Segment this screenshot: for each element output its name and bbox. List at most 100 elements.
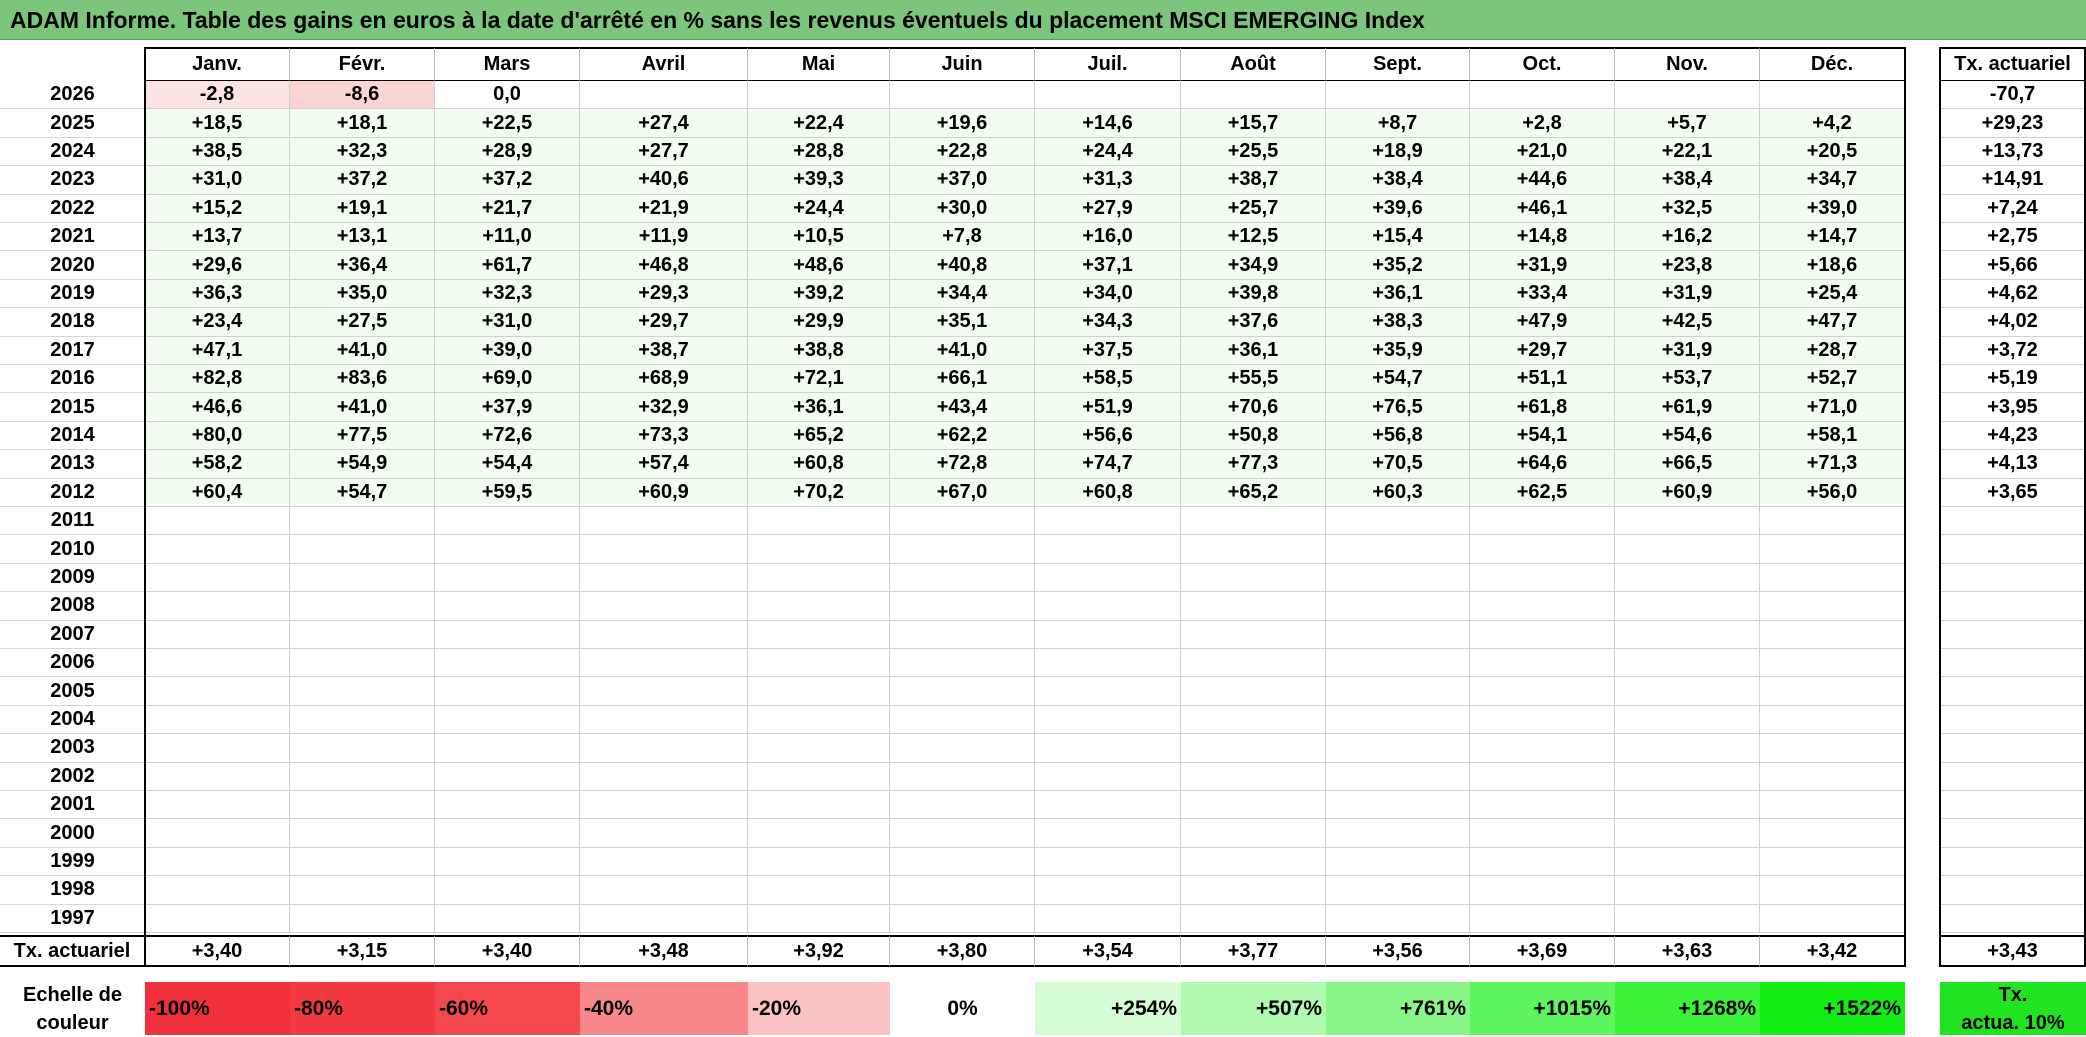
table-cell bbox=[1615, 620, 1760, 649]
table-cell bbox=[1035, 592, 1181, 621]
color-scale-swatch: -80% bbox=[290, 982, 435, 1035]
table-cell bbox=[890, 876, 1035, 905]
table-cell: +46,1 bbox=[1470, 194, 1615, 223]
rate-cell: -70,7 bbox=[1940, 81, 2086, 110]
table-cell: +36,1 bbox=[1326, 279, 1470, 309]
year-label: 2026 bbox=[0, 81, 145, 110]
month-header: Nov. bbox=[1615, 47, 1760, 81]
table-right-border bbox=[1904, 47, 1906, 967]
rate-cell bbox=[1940, 649, 2086, 678]
table-cell: +39,0 bbox=[1760, 194, 1905, 223]
legend-label-line1: Echelle de bbox=[23, 983, 122, 1006]
month-header: Janv. bbox=[145, 47, 290, 81]
year-label: 2010 bbox=[0, 535, 145, 564]
table-cell: +61,8 bbox=[1470, 393, 1615, 422]
table-cell: +37,9 bbox=[435, 393, 580, 422]
year-label: 2015 bbox=[0, 393, 145, 422]
rate-cell bbox=[1940, 535, 2086, 564]
table-cell: +22,8 bbox=[890, 137, 1035, 167]
table-cell bbox=[290, 563, 435, 593]
table-cell bbox=[1615, 876, 1760, 905]
rate-cell bbox=[1940, 762, 2086, 791]
table-cell: +19,1 bbox=[290, 194, 435, 223]
table-cell: +37,6 bbox=[1181, 308, 1326, 337]
table-cell bbox=[1470, 535, 1615, 564]
color-scale-swatch: 0% bbox=[890, 982, 1035, 1035]
table-cell bbox=[1326, 762, 1470, 791]
table-cell bbox=[1326, 507, 1470, 536]
table-cell: +59,5 bbox=[435, 478, 580, 507]
rate-cell bbox=[1940, 620, 2086, 649]
table-cell: +13,1 bbox=[290, 223, 435, 252]
year-label: 2006 bbox=[0, 649, 145, 678]
table-cell: +57,4 bbox=[580, 450, 748, 479]
table-cell: +46,6 bbox=[145, 393, 290, 422]
table-cell: +31,0 bbox=[435, 308, 580, 337]
table-cell: +37,2 bbox=[435, 166, 580, 195]
table-cell: +52,7 bbox=[1760, 365, 1905, 394]
table-cell: +14,7 bbox=[1760, 223, 1905, 252]
table-cell bbox=[1181, 563, 1326, 593]
year-label: 2019 bbox=[0, 280, 145, 309]
table-cell: +72,1 bbox=[748, 365, 890, 394]
table-cell: +73,3 bbox=[580, 421, 748, 451]
table-cell bbox=[1615, 791, 1760, 820]
table-cell bbox=[1470, 762, 1615, 791]
table-cell bbox=[1035, 507, 1181, 536]
table-cell: +43,4 bbox=[890, 393, 1035, 422]
year-label: 2017 bbox=[0, 337, 145, 365]
table-cell bbox=[1326, 876, 1470, 905]
table-cell: +14,6 bbox=[1035, 109, 1181, 138]
table-cell bbox=[1470, 791, 1615, 820]
table-cell: +7,8 bbox=[890, 223, 1035, 252]
table-cell: +36,3 bbox=[145, 279, 290, 309]
table-cell: +16,0 bbox=[1035, 223, 1181, 252]
table-cell bbox=[1470, 904, 1615, 933]
table-cell bbox=[290, 876, 435, 905]
month-header: Oct. bbox=[1470, 47, 1615, 81]
table-cell bbox=[145, 507, 290, 536]
rate-cell bbox=[1940, 677, 2086, 706]
table-cell bbox=[1326, 535, 1470, 564]
table-cell: +16,2 bbox=[1615, 223, 1760, 252]
table-cell: +39,3 bbox=[748, 166, 890, 195]
table-cell bbox=[748, 705, 890, 735]
table-cell bbox=[1760, 819, 1905, 848]
gains-table: Janv. Févr. Mars Avril Mai Juin Juil. Août Sept.… bbox=[0, 0, 2086, 1037]
rate-cell bbox=[1940, 734, 2086, 763]
table-cell: +38,4 bbox=[1326, 166, 1470, 195]
table-cell: +32,9 bbox=[580, 393, 748, 422]
table-cell: +40,8 bbox=[890, 251, 1035, 280]
table-cell bbox=[1181, 847, 1326, 877]
table-cell bbox=[748, 904, 890, 933]
table-cell: +27,7 bbox=[580, 137, 748, 167]
color-scale-swatch: +1015% bbox=[1470, 982, 1615, 1035]
year-label: 2024 bbox=[0, 138, 145, 167]
month-header: Mars bbox=[435, 47, 580, 81]
table-cell bbox=[580, 791, 748, 820]
month-header: Déc. bbox=[1760, 47, 1905, 81]
table-cell bbox=[1615, 819, 1760, 848]
table-cell: +48,6 bbox=[748, 251, 890, 280]
table-cell bbox=[1181, 734, 1326, 763]
table-cell bbox=[1181, 677, 1326, 706]
table-cell: +61,9 bbox=[1615, 393, 1760, 422]
table-cell: +72,8 bbox=[890, 450, 1035, 479]
summary-cell: +3,48 bbox=[580, 935, 748, 967]
table-cell bbox=[1615, 592, 1760, 621]
summary-rate: +3,43 bbox=[1940, 935, 2086, 967]
rate-cell: +4,13 bbox=[1940, 450, 2086, 479]
table-cell: +25,4 bbox=[1760, 279, 1905, 309]
table-cell: +19,6 bbox=[890, 109, 1035, 138]
table-cell bbox=[890, 620, 1035, 649]
rate-cell bbox=[1940, 563, 2086, 593]
color-scale-swatch: -100% bbox=[145, 982, 290, 1035]
table-cell: +23,4 bbox=[145, 308, 290, 337]
table-cell bbox=[435, 819, 580, 848]
table-cell: +41,0 bbox=[290, 336, 435, 365]
table-cell bbox=[290, 507, 435, 536]
table-cell bbox=[290, 649, 435, 678]
table-cell bbox=[1760, 592, 1905, 621]
table-cell bbox=[580, 734, 748, 763]
table-cell: +21,9 bbox=[580, 194, 748, 223]
